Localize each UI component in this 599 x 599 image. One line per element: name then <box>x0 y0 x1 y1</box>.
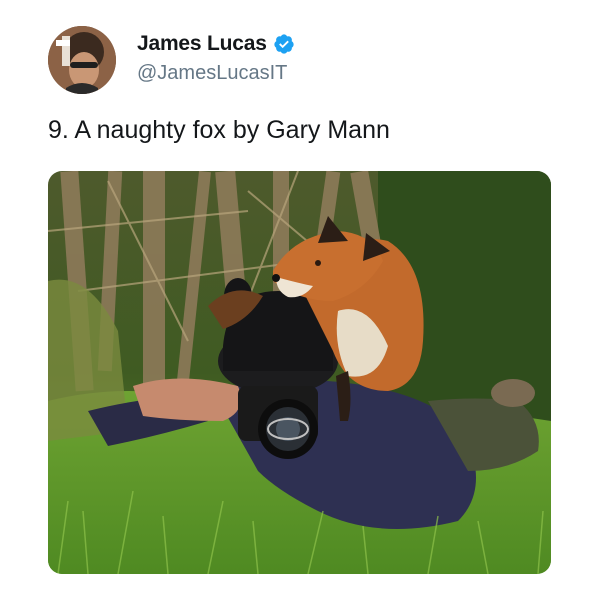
user-avatar[interactable] <box>48 26 116 94</box>
tweet-photo[interactable] <box>48 171 551 574</box>
tweet-text: 9. A naughty fox by Gary Mann <box>48 116 390 144</box>
tweet-card: James Lucas @JamesLucasIT 9. A naughty f… <box>0 0 599 599</box>
user-handle[interactable]: @JamesLucasIT <box>137 62 295 85</box>
tweet-header: James Lucas @JamesLucasIT <box>137 30 295 85</box>
display-name-row[interactable]: James Lucas <box>137 30 295 58</box>
display-name[interactable]: James Lucas <box>137 32 267 56</box>
photo-fox-photographer <box>48 171 551 574</box>
avatar-image <box>48 26 116 94</box>
verified-badge-icon <box>273 33 295 55</box>
